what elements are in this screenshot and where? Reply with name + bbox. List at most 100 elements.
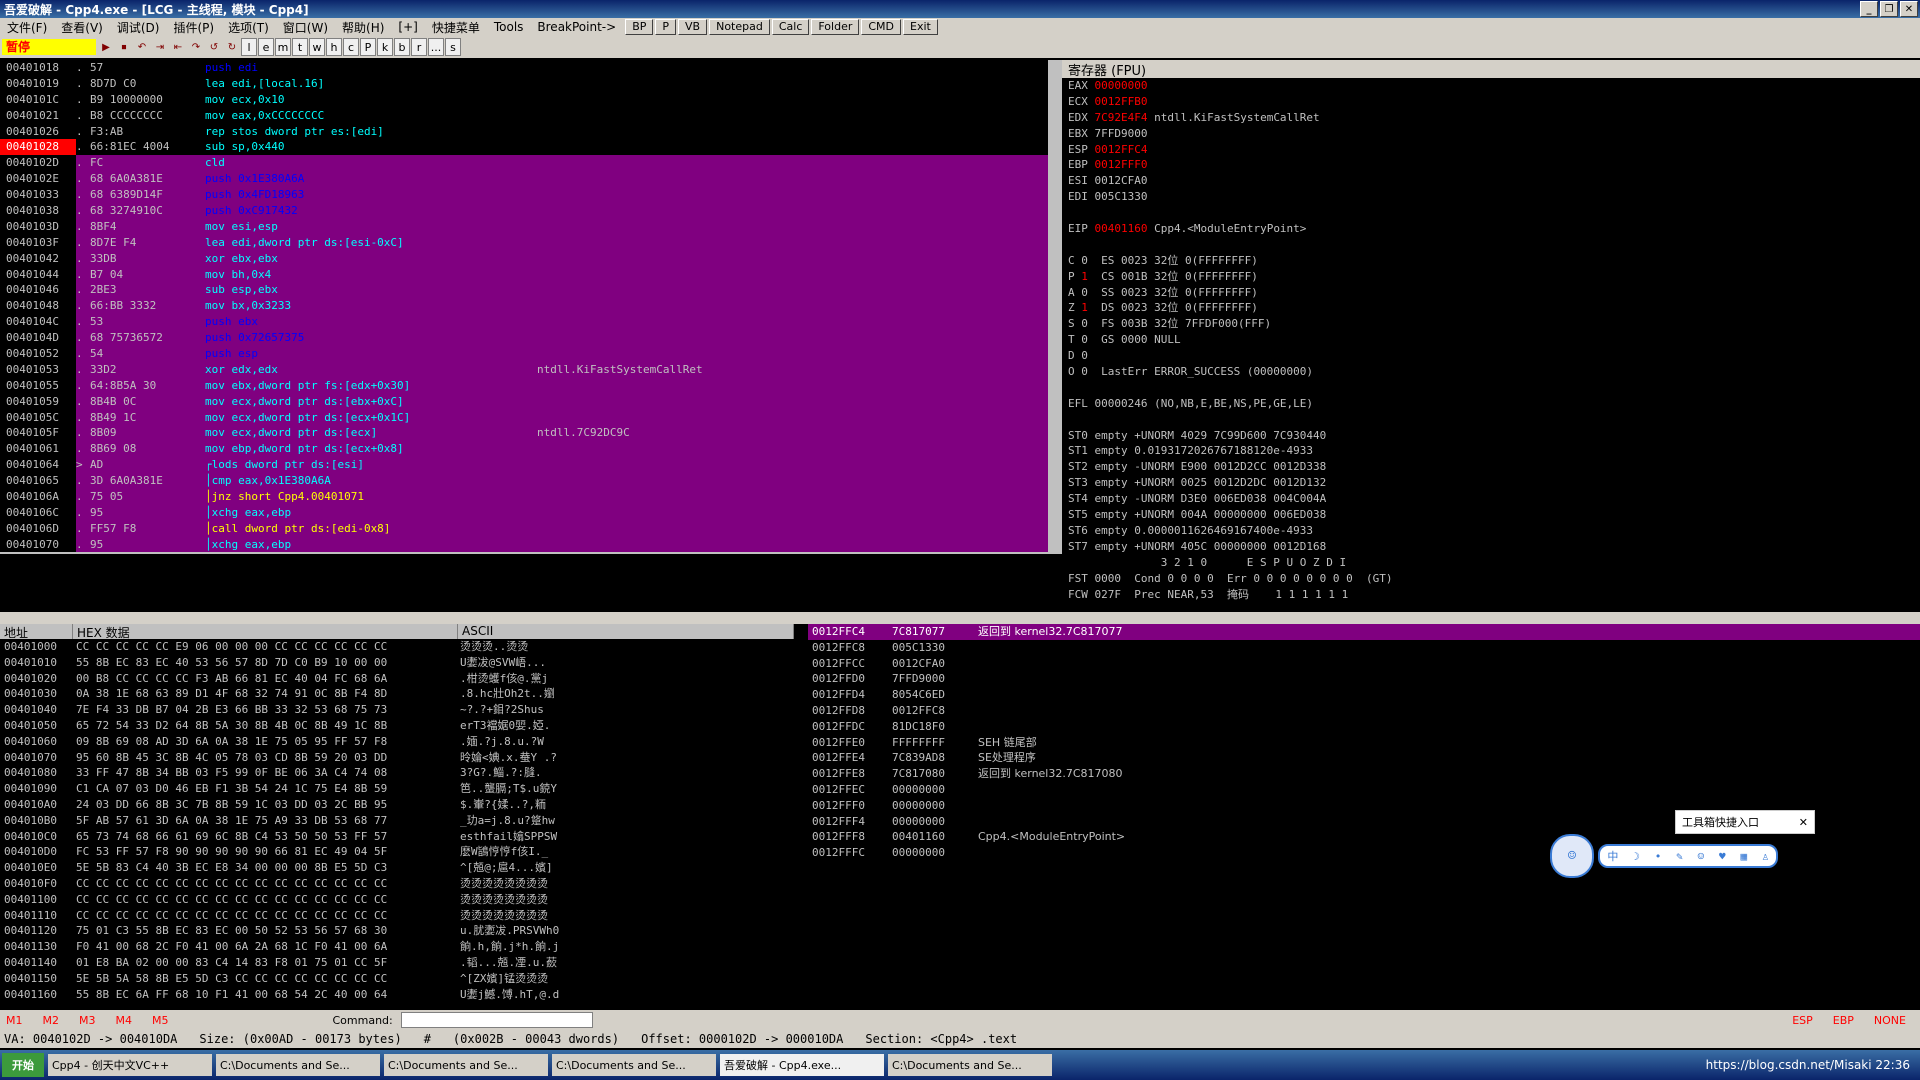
dump-row[interactable]: 00401060 09 8B 69 08 AD 3D 6A 0A 38 1E 75… [0, 734, 794, 750]
disasm-row[interactable]: 00401070. 95 │xchg eax,ebp [0, 536, 1048, 552]
flag-line[interactable]: O 0 LastErr ERROR_SUCCESS (00000000) [1062, 364, 1920, 380]
dump-row[interactable]: 00401140 01 E8 BA 02 00 00 83 C4 14 83 F8… [0, 955, 794, 971]
menu-item[interactable]: 插件(P) [166, 19, 221, 36]
flag-value[interactable]: 0 [1081, 349, 1088, 362]
dump-row[interactable]: 004010C0 65 73 74 68 66 61 69 6C 8B C4 53… [0, 829, 794, 845]
dump-row[interactable]: 004010D0 FC 53 FF 57 F8 90 90 90 90 90 66… [0, 844, 794, 860]
ime-tool-icon[interactable]: 中 [1607, 848, 1618, 864]
disasm-row[interactable]: 0040106A. 75 05 │jnz short Cpp4.00401071 [0, 489, 1048, 505]
assistant-avatar-icon[interactable]: ☺ [1550, 834, 1594, 878]
disasm-row[interactable]: 0040106C. 95 │xchg eax,ebp [0, 504, 1048, 521]
register-value[interactable]: 0012FFC4 [1095, 143, 1148, 156]
menu-item[interactable]: 窗口(W) [276, 19, 335, 36]
close-icon[interactable]: ✕ [1799, 816, 1808, 829]
register-line[interactable]: ESI 0012CFA0 [1062, 173, 1920, 189]
memory-dump-pane[interactable]: 地址 HEX 数据 ASCII 00401000 CC CC CC CC CC E… [0, 624, 794, 1008]
taskbar-item[interactable]: C:\Documents and Se... [552, 1054, 716, 1076]
fpu-register[interactable]: ST3 empty +UNORM 0025 0012D2DC 0012D132 [1062, 475, 1920, 491]
disasm-row[interactable]: 0040101C. B9 10000000 mov ecx,0x10 [0, 92, 1048, 108]
debug-control-icon[interactable]: ⇥ [152, 39, 168, 55]
start-button[interactable]: 开始 [2, 1053, 44, 1077]
window-shortcut-button[interactable]: c [343, 38, 359, 56]
flag-value[interactable]: 1 [1081, 301, 1088, 314]
flag-line[interactable]: A 0 SS 0023 32位 0(FFFFFFFF) [1062, 285, 1920, 301]
eip-line[interactable]: EIP 00401160 Cpp4.<ModuleEntryPoint> [1062, 221, 1920, 237]
window-shortcut-button[interactable]: t [292, 38, 308, 56]
dump-row[interactable]: 00401150 5E 5B 5A 58 8B E5 5D C3 CC CC CC… [0, 971, 794, 987]
dump-row[interactable]: 00401120 75 01 C3 55 8B EC 83 EC 00 50 52… [0, 923, 794, 939]
stack-row[interactable]: 0012FFD0 7FFD9000 [808, 671, 1920, 687]
ime-tool-icon[interactable]: ☺ [1698, 850, 1705, 863]
disasm-row[interactable]: 00401026. F3:AB rep stos dword ptr es:[edi… [0, 124, 1048, 140]
fpu-register[interactable]: ST7 empty +UNORM 405C 00000000 0012D168 [1062, 539, 1920, 555]
flag-line[interactable]: P 1 CS 001B 32位 0(FFFFFFFF) [1062, 269, 1920, 285]
menu-item[interactable]: BreakPoint-> [530, 20, 623, 34]
disasm-row[interactable]: 00401019. 8D7D C0 lea edi,[local.16] [0, 76, 1048, 92]
register-value[interactable]: 00000000 [1095, 79, 1148, 92]
command-input[interactable] [400, 1012, 593, 1028]
marker-button[interactable]: M4 [116, 1014, 133, 1027]
restore-button[interactable]: ❐ [1880, 1, 1898, 17]
dump-row[interactable]: 00401030 0A 38 1E 68 63 89 D1 4F 68 32 74… [0, 686, 794, 702]
dump-row[interactable]: 00401080 33 FF 47 8B 34 BB 03 F5 99 0F BE… [0, 765, 794, 781]
stack-row[interactable]: 0012FFE4 7C839AD8 SE处理程序 [808, 750, 1920, 766]
registers-pane[interactable]: 寄存器 (FPU) EAX 00000000 ECX 0012FFB0 EDX … [1062, 60, 1920, 612]
register-line[interactable]: EAX 00000000 [1062, 78, 1920, 94]
ime-tool-icon[interactable]: ▦ [1741, 850, 1748, 863]
debug-control-icon[interactable]: ↶ [134, 39, 150, 55]
disasm-row[interactable]: 0040105F. 8B09 mov ecx,dword ptr ds:[ecx] n… [0, 425, 1048, 442]
stack-follow-button[interactable]: ESP [1792, 1014, 1813, 1027]
fpu-register[interactable]: ST0 empty +UNORM 4029 7C99D600 7C930440 [1062, 428, 1920, 444]
disasm-row[interactable]: 0040104D. 68 75736572 push 0x72657375 [0, 330, 1048, 347]
disasm-row[interactable]: 00401061. 8B69 08 mov ebp,dword ptr ds:[ec… [0, 441, 1048, 458]
menu-item[interactable]: Tools [487, 20, 531, 34]
plugin-button[interactable]: BP [625, 19, 654, 35]
disassembly-scrollbar[interactable] [1048, 60, 1062, 552]
stack-row[interactable]: 0012FFC4 7C817077 返回到 kernel32.7C817077 [808, 624, 1920, 640]
plugin-button[interactable]: Folder [811, 19, 860, 35]
flag-value[interactable]: 0 [1081, 365, 1088, 378]
window-shortcut-button[interactable]: l [241, 38, 257, 56]
register-value[interactable]: 005C1330 [1095, 190, 1148, 203]
window-shortcut-button[interactable]: w [309, 38, 325, 56]
disasm-row[interactable]: 0040103D. 8BF4 mov esi,esp [0, 218, 1048, 235]
disasm-row[interactable]: 00401064 > AD ┌lods dword ptr ds:[esi] [0, 457, 1048, 474]
menu-item[interactable]: 快捷菜单 [425, 19, 487, 36]
dump-row[interactable]: 004010B0 5F AB 57 61 3D 6A 0A 38 1E 75 A9… [0, 813, 794, 829]
flag-line[interactable]: D 0 [1062, 348, 1920, 364]
dump-row[interactable]: 00401070 95 60 8B 45 3C 8B 4C 05 78 03 CD… [0, 750, 794, 766]
menu-item[interactable]: 帮助(H) [335, 19, 391, 36]
fpu-register[interactable]: ST1 empty 0.0193172026767188120e-4933 [1062, 443, 1920, 459]
stack-row[interactable]: 0012FFE0 FFFFFFFF SEH 链尾部 [808, 735, 1920, 751]
debug-control-icon[interactable]: ↻ [224, 39, 240, 55]
flag-line[interactable]: C 0 ES 0023 32位 0(FFFFFFFF) [1062, 253, 1920, 269]
stack-row[interactable]: 0012FFDC 81DC18F0 [808, 719, 1920, 735]
dump-row[interactable]: 004010A0 24 03 DD 66 8B 3C 7B 8B 59 1C 03… [0, 797, 794, 813]
disasm-row[interactable]: 00401055. 64:8B5A 30 mov ebx,dword ptr fs:… [0, 377, 1048, 394]
debug-control-icon[interactable]: ↺ [206, 39, 222, 55]
disasm-row[interactable]: 0040102E. 68 6A0A381E push 0x1E380A6A [0, 171, 1048, 188]
debug-control-icon[interactable]: ↷ [188, 39, 204, 55]
window-shortcut-button[interactable]: s [445, 38, 461, 56]
flag-line[interactable]: Z 1 DS 0023 32位 0(FFFFFFFF) [1062, 300, 1920, 316]
ime-tool-icon[interactable]: ♥ [1719, 850, 1726, 863]
marker-button[interactable]: M3 [79, 1014, 96, 1027]
plugin-button[interactable]: Exit [903, 19, 938, 35]
efl-line[interactable]: EFL 00000246 (NO,NB,E,BE,NS,PE,GE,LE) [1062, 396, 1920, 412]
register-line[interactable]: ECX 0012FFB0 [1062, 94, 1920, 110]
taskbar-item[interactable]: C:\Documents and Se... [384, 1054, 548, 1076]
register-value[interactable]: 7FFD9000 [1095, 127, 1148, 140]
register-value[interactable]: 0012CFA0 [1095, 174, 1148, 187]
flag-value[interactable]: 0 [1081, 286, 1088, 299]
taskbar-item[interactable]: C:\Documents and Se... [216, 1054, 380, 1076]
taskbar-item[interactable]: C:\Documents and Se... [888, 1054, 1052, 1076]
dump-row[interactable]: 004010E0 5E 5B 83 C4 40 3B EC E8 34 00 00… [0, 860, 794, 876]
disasm-row[interactable]: 00401038. 68 3274910C push 0xC917432 [0, 203, 1048, 219]
ime-tool-icon[interactable]: ✎ [1676, 850, 1683, 863]
disassembly-pane[interactable]: 00401018. 57 push edi 00401019. 8D7D C0 lea e… [0, 60, 1048, 552]
disasm-row[interactable]: 00401044. B7 04 mov bh,0x4 [0, 266, 1048, 283]
marker-button[interactable]: M1 [6, 1014, 23, 1027]
stack-row[interactable]: 0012FFCC 0012CFA0 [808, 656, 1920, 672]
register-value[interactable]: 0012FFF0 [1095, 158, 1148, 171]
stack-follow-button[interactable]: NONE [1874, 1014, 1906, 1027]
